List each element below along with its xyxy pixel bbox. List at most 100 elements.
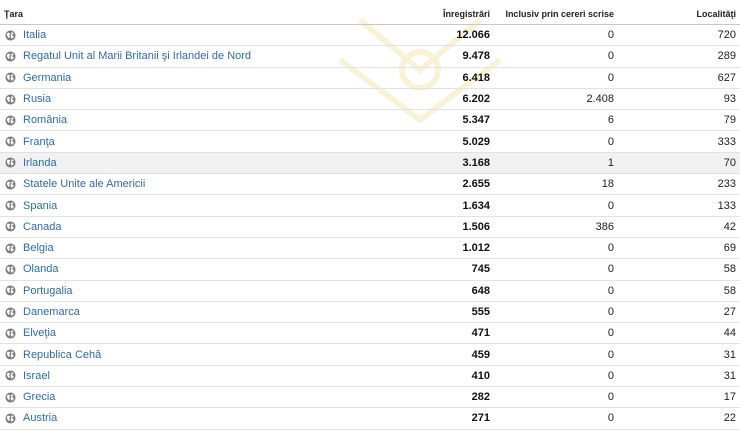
table-row: Franţa 5.029 0 333: [0, 130, 740, 153]
country-link[interactable]: Franţa: [23, 136, 55, 148]
registrations-cell: 555: [300, 301, 490, 324]
table-row: Irlanda 3.168 1 70: [0, 152, 740, 175]
country-link[interactable]: Irlanda: [23, 157, 57, 169]
table-row: Olanda 745 0 58: [0, 258, 740, 281]
written-requests-cell: 0: [490, 301, 614, 324]
country-cell: Grecia: [0, 386, 300, 409]
written-requests-cell: 0: [490, 407, 614, 430]
country-cell: Republica Cehă: [0, 343, 300, 366]
country-link[interactable]: Regatul Unit al Marii Britanii şi Irland…: [23, 50, 251, 62]
table-row: Belgia 1.012 0 69: [0, 237, 740, 260]
globe-icon: [5, 51, 16, 62]
written-requests-cell: 0: [490, 386, 614, 409]
registrations-cell: 3.168: [300, 152, 490, 175]
globe-icon: [5, 30, 16, 41]
registrations-cell: 9.478: [300, 45, 490, 68]
country-link[interactable]: Austria: [23, 412, 57, 424]
localities-cell: 22: [614, 407, 740, 430]
localities-cell: 333: [614, 130, 740, 153]
table-row: Italia 12.066 0 720: [0, 24, 740, 47]
globe-icon: [5, 93, 16, 105]
table-row: Canada 1.506 386 42: [0, 216, 740, 238]
written-requests-cell: 386: [490, 216, 614, 238]
country-cell: Irlanda: [0, 152, 300, 175]
globe-icon: [5, 221, 16, 232]
globe-icon: [5, 136, 16, 147]
registrations-cell: 6.202: [300, 88, 490, 111]
country-link[interactable]: Olanda: [23, 263, 58, 275]
header-localities[interactable]: Localităţi: [614, 4, 740, 25]
country-link[interactable]: Elveţia: [23, 327, 56, 339]
country-link[interactable]: Grecia: [23, 391, 55, 403]
localities-cell: 627: [614, 67, 740, 89]
country-link[interactable]: România: [23, 114, 67, 126]
country-link[interactable]: Israel: [23, 370, 50, 382]
registrations-cell: 459: [300, 343, 490, 366]
country-cell: Germania: [0, 67, 300, 89]
country-cell: Statele Unite ale Americii: [0, 173, 300, 196]
localities-cell: 720: [614, 24, 740, 47]
registrations-cell: 648: [300, 280, 490, 302]
registrations-cell: 5.347: [300, 109, 490, 132]
localities-cell: 42: [614, 216, 740, 238]
country-cell: Spania: [0, 194, 300, 217]
written-requests-cell: 0: [490, 365, 614, 388]
globe-icon: [5, 349, 16, 360]
country-link[interactable]: Belgia: [23, 242, 54, 254]
localities-cell: 69: [614, 237, 740, 260]
country-link[interactable]: Germania: [23, 72, 71, 84]
localities-cell: 58: [614, 280, 740, 302]
registrations-cell: 1.012: [300, 237, 490, 260]
globe-icon: [5, 370, 16, 381]
country-cell: Italia: [0, 24, 300, 47]
table-row: Statele Unite ale Americii 2.655 18 233: [0, 173, 740, 196]
country-cell: Canada: [0, 216, 300, 238]
country-link[interactable]: Rusia: [23, 93, 51, 105]
localities-cell: 289: [614, 45, 740, 68]
localities-cell: 93: [614, 88, 740, 111]
written-requests-cell: 0: [490, 194, 614, 217]
globe-icon: [5, 328, 16, 339]
country-link[interactable]: Danemarca: [23, 306, 80, 318]
table-row: Republica Cehă 459 0 31: [0, 343, 740, 366]
country-cell: Regatul Unit al Marii Britanii şi Irland…: [0, 45, 300, 68]
written-requests-cell: 0: [490, 258, 614, 281]
country-link[interactable]: Canada: [23, 221, 62, 233]
localities-cell: 31: [614, 365, 740, 388]
country-link[interactable]: Portugalia: [23, 285, 73, 297]
country-link[interactable]: Republica Cehă: [23, 349, 101, 361]
country-link[interactable]: Italia: [23, 29, 46, 41]
written-requests-cell: 18: [490, 173, 614, 196]
registrations-cell: 1.506: [300, 216, 490, 238]
globe-icon: [5, 179, 16, 190]
header-country[interactable]: Ţara: [0, 4, 300, 25]
written-requests-cell: 0: [490, 130, 614, 153]
registrations-cell: 6.418: [300, 67, 490, 89]
globe-icon: [5, 413, 16, 424]
header-written-requests[interactable]: Inclusiv prin cereri scrise: [490, 4, 614, 25]
country-cell: Danemarca: [0, 301, 300, 324]
country-link[interactable]: Statele Unite ale Americii: [23, 178, 145, 190]
registrations-cell: 12.066: [300, 24, 490, 47]
globe-icon: [5, 200, 16, 211]
localities-cell: 233: [614, 173, 740, 196]
country-cell: Elveţia: [0, 322, 300, 345]
written-requests-cell: 0: [490, 322, 614, 345]
localities-cell: 70: [614, 152, 740, 175]
localities-cell: 44: [614, 322, 740, 345]
registrations-cell: 271: [300, 407, 490, 430]
table-row: Regatul Unit al Marii Britanii şi Irland…: [0, 45, 740, 68]
countries-table: Ţara Înregistrări Inclusiv prin cereri s…: [0, 4, 740, 430]
localities-cell: 79: [614, 109, 740, 132]
table-row: România 5.347 6 79: [0, 109, 740, 132]
country-link[interactable]: Spania: [23, 200, 57, 212]
table-row: Elveţia 471 0 44: [0, 322, 740, 345]
table-row: Portugalia 648 0 58: [0, 280, 740, 302]
registrations-cell: 2.655: [300, 173, 490, 196]
registrations-cell: 5.029: [300, 130, 490, 153]
globe-icon: [5, 306, 16, 318]
table-row: Spania 1.634 0 133: [0, 194, 740, 217]
written-requests-cell: 0: [490, 280, 614, 302]
country-cell: Franţa: [0, 130, 300, 153]
header-registrations[interactable]: Înregistrări: [300, 4, 490, 25]
